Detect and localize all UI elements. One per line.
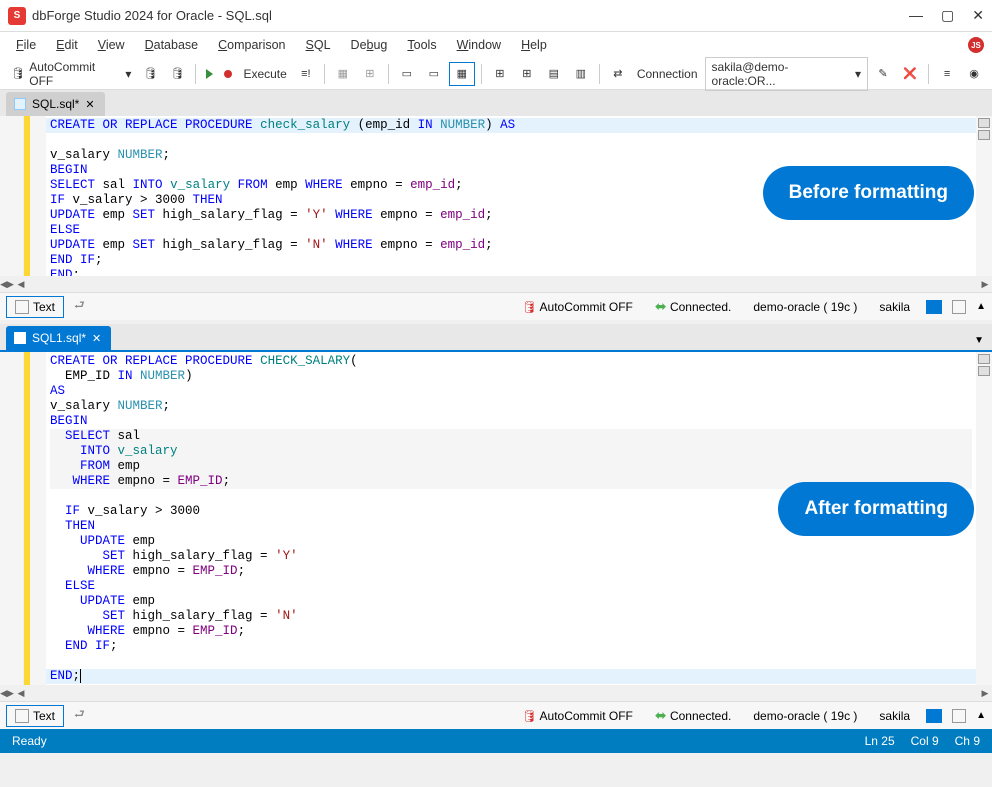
- view-mode-1-icon[interactable]: [926, 709, 942, 723]
- text-view-icon: [15, 709, 29, 723]
- menu-view[interactable]: View: [90, 35, 133, 55]
- view-mode-1-icon[interactable]: [926, 300, 942, 314]
- db-button[interactable]: 🛢: [165, 63, 189, 85]
- layout3-button[interactable]: ▤: [542, 63, 566, 85]
- wrap-icon[interactable]: ⮐: [74, 705, 85, 726]
- tab-sql-sql[interactable]: SQL.sql* ✕: [6, 92, 105, 116]
- execute-to-cursor-button[interactable]: ≡!: [294, 63, 318, 85]
- editor-footer-2: Text ⮐ 🛢 AutoCommit OFF ⬌ Connected. dem…: [0, 701, 992, 729]
- menu-bar: File Edit View Database Comparison SQL D…: [0, 32, 992, 58]
- conn-disconnect-button[interactable]: ❌: [898, 63, 922, 85]
- hscrollbar-1[interactable]: ◀▶◀▶: [0, 276, 992, 292]
- wrap-icon[interactable]: ⮐: [74, 296, 85, 317]
- tab-bar-2: SQL1.sql* ✕ ▼: [0, 324, 992, 350]
- view-mode-2-icon[interactable]: [952, 300, 966, 314]
- connected-icon: ⬌: [655, 298, 667, 314]
- execute-text-button[interactable]: Execute: [239, 64, 290, 84]
- chevron-up-icon[interactable]: ▲: [976, 710, 986, 721]
- menu-sql[interactable]: SQL: [298, 35, 339, 55]
- autocommit-toggle-button[interactable]: 🛢 AutoCommit OFF ▾: [6, 57, 135, 91]
- footer-connected: ⬌ Connected.: [649, 704, 737, 727]
- play-icon: [206, 69, 213, 79]
- view-mode-2-icon[interactable]: [952, 709, 966, 723]
- menu-edit[interactable]: Edit: [48, 35, 86, 55]
- execute-button[interactable]: [202, 66, 217, 82]
- footer-autocommit[interactable]: 🛢 AutoCommit OFF: [516, 297, 639, 317]
- tab-bar-1: SQL.sql* ✕: [0, 90, 992, 116]
- status-ln: Ln 25: [865, 734, 895, 748]
- layout1-button[interactable]: ⊞: [488, 63, 512, 85]
- menu-window[interactable]: Window: [449, 35, 509, 55]
- footer-schema[interactable]: sakila: [873, 297, 916, 317]
- status-col: Col 9: [911, 734, 939, 748]
- grid1-button[interactable]: ▦: [331, 63, 355, 85]
- footer-connected: ⬌ Connected.: [649, 295, 737, 318]
- db-refresh-button[interactable]: 🛢: [138, 63, 162, 85]
- split-buttons-1[interactable]: [976, 116, 992, 276]
- window-title: dbForge Studio 2024 for Oracle - SQL.sql: [32, 8, 272, 23]
- tab-close-icon[interactable]: ✕: [92, 332, 101, 345]
- stop-icon: [224, 70, 232, 78]
- layout2-button[interactable]: ⊞: [515, 63, 539, 85]
- menu-tools[interactable]: Tools: [399, 35, 444, 55]
- tab-sql1-sql[interactable]: SQL1.sql* ✕: [6, 326, 111, 350]
- close-button[interactable]: ✕: [972, 7, 984, 24]
- footer-schema[interactable]: sakila: [873, 706, 916, 726]
- tab-close-icon[interactable]: ✕: [85, 98, 94, 111]
- view3-button[interactable]: ▦: [449, 62, 475, 86]
- file-icon: [14, 332, 26, 344]
- editor-pane-1[interactable]: CREATE OR REPLACE PROCEDURE check_salary…: [0, 116, 992, 276]
- footer-autocommit[interactable]: 🛢 AutoCommit OFF: [516, 706, 639, 726]
- misc1-button[interactable]: ≡: [935, 63, 959, 85]
- menu-debug[interactable]: Debug: [343, 35, 396, 55]
- minimize-button[interactable]: —: [909, 7, 923, 24]
- before-formatting-badge: Before formatting: [763, 166, 974, 220]
- view1-button[interactable]: ▭: [395, 63, 419, 85]
- conn-edit-button[interactable]: ✎: [871, 63, 895, 85]
- fold-gutter[interactable]: [0, 352, 24, 685]
- menu-file[interactable]: File: [8, 35, 44, 55]
- file-icon: [14, 98, 26, 110]
- text-view-button[interactable]: Text: [6, 296, 64, 318]
- view2-button[interactable]: ▭: [422, 63, 446, 85]
- tab-overflow-dropdown[interactable]: ▼: [966, 331, 992, 350]
- split-buttons-2[interactable]: [976, 352, 992, 685]
- layout4-button[interactable]: ▥: [569, 63, 593, 85]
- text-view-button[interactable]: Text: [6, 705, 64, 727]
- misc2-button[interactable]: ◉: [962, 63, 986, 85]
- app-logo-icon: S: [8, 7, 26, 25]
- tab-label: SQL.sql*: [32, 97, 79, 111]
- maximize-button[interactable]: ▢: [941, 7, 954, 24]
- connection-dropdown[interactable]: sakila@demo-oracle:OR... ▾: [705, 57, 869, 91]
- outline-gutter: [30, 116, 46, 276]
- menu-comparison[interactable]: Comparison: [210, 35, 293, 55]
- stop-button[interactable]: [220, 67, 236, 81]
- autocommit-icon: 🛢: [10, 66, 26, 82]
- toolbar: 🛢 AutoCommit OFF ▾ 🛢 🛢 Execute ≡! ▦ ⊞ ▭ …: [0, 58, 992, 90]
- menu-database[interactable]: Database: [137, 35, 207, 55]
- after-formatting-badge: After formatting: [778, 482, 974, 536]
- hscrollbar-2[interactable]: ◀▶◀▶: [0, 685, 992, 701]
- text-view-icon: [15, 300, 29, 314]
- editor-pane-2[interactable]: CREATE OR REPLACE PROCEDURE CHECK_SALARY…: [0, 350, 992, 685]
- menu-help[interactable]: Help: [513, 35, 555, 55]
- connection-label: Connection: [633, 64, 702, 84]
- outline-gutter: [30, 352, 46, 685]
- title-bar: S dbForge Studio 2024 for Oracle - SQL.s…: [0, 0, 992, 32]
- footer-server[interactable]: demo-oracle ( 19c ): [747, 706, 863, 726]
- editor-footer-1: Text ⮐ 🛢 AutoCommit OFF ⬌ Connected. dem…: [0, 292, 992, 320]
- connection-icon[interactable]: ⇄: [606, 63, 630, 85]
- status-bar: Ready Ln 25 Col 9 Ch 9: [0, 729, 992, 753]
- grid2-button[interactable]: ⊞: [358, 63, 382, 85]
- status-ready: Ready: [12, 734, 47, 748]
- footer-server[interactable]: demo-oracle ( 19c ): [747, 297, 863, 317]
- chevron-up-icon[interactable]: ▲: [976, 301, 986, 312]
- fold-gutter[interactable]: [0, 116, 24, 276]
- tab-label: SQL1.sql*: [32, 331, 86, 345]
- connected-icon: ⬌: [655, 707, 667, 723]
- js-badge-icon[interactable]: JS: [968, 37, 984, 53]
- status-ch: Ch 9: [955, 734, 980, 748]
